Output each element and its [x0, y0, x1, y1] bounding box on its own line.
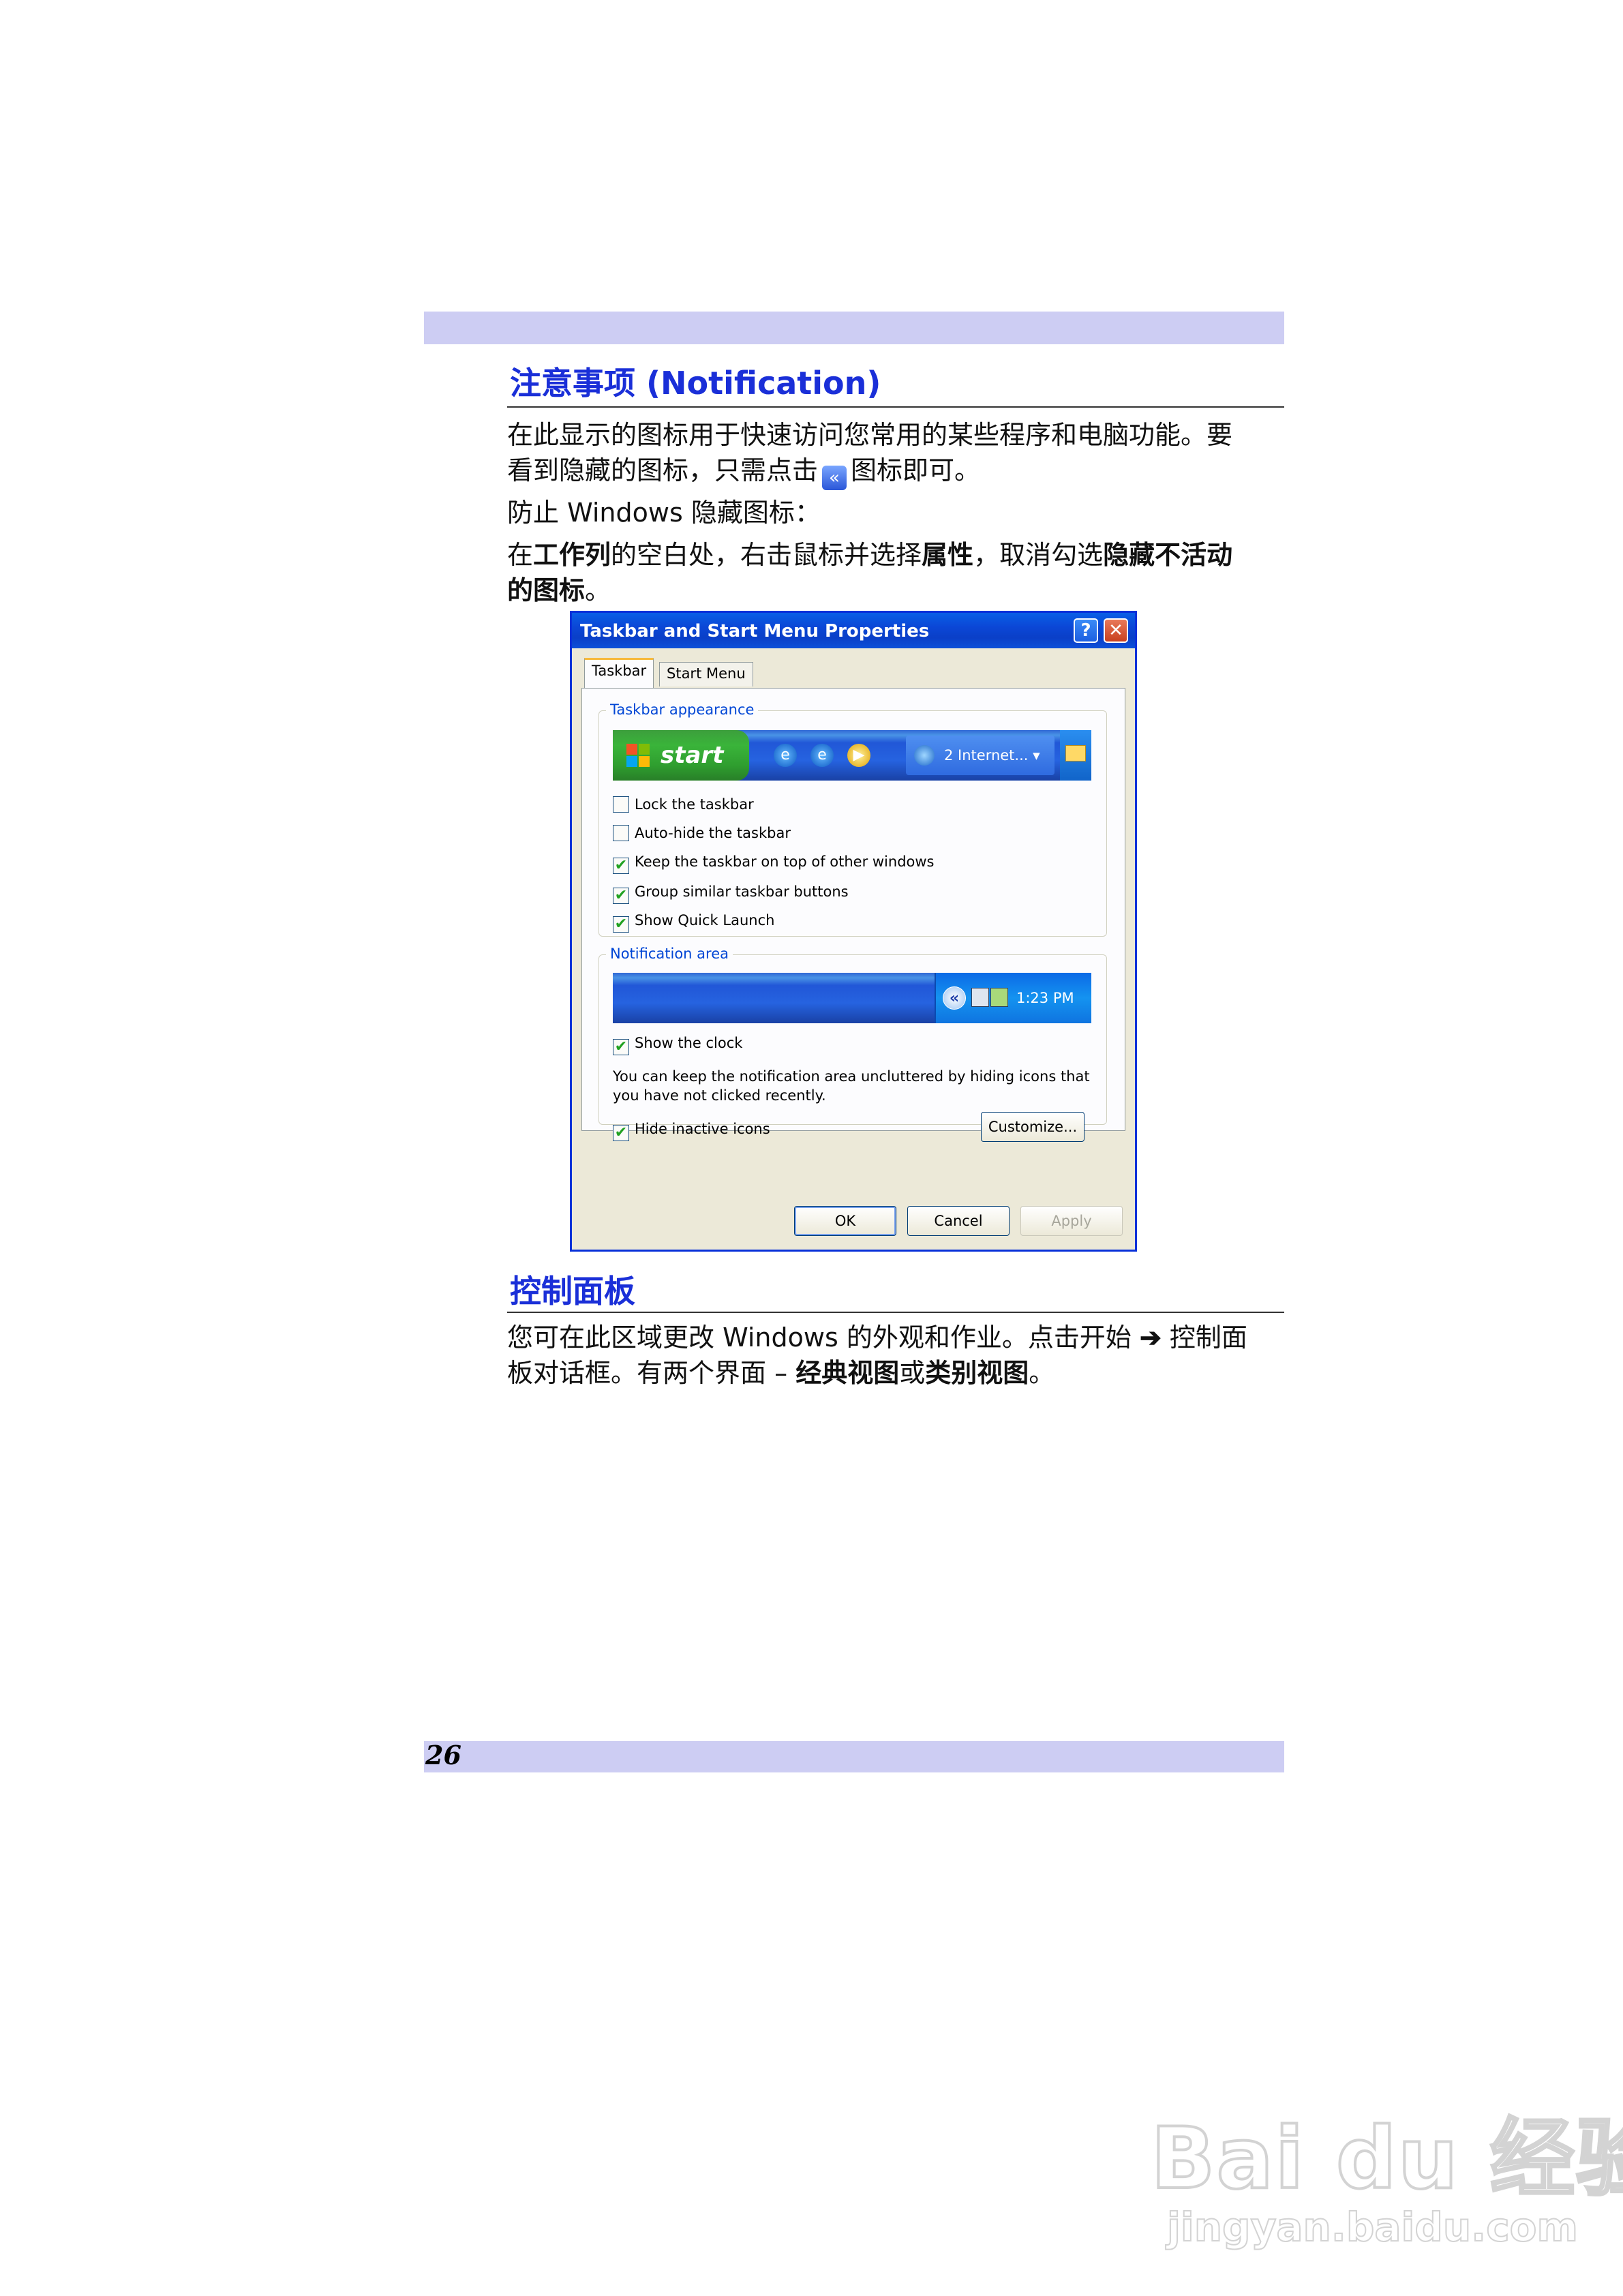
- arrow-icon: ➔: [1139, 1322, 1162, 1353]
- outlook-express-icon: e: [810, 744, 834, 767]
- properties-term: 属性: [922, 539, 974, 570]
- safely-remove-icon: [990, 988, 1008, 1007]
- cp-text-c: 控制面: [1169, 1323, 1247, 1353]
- option-keep-on-top[interactable]: ✔ Keep the taskbar on top of other window…: [613, 851, 935, 874]
- option-label: Show Quick Launch: [635, 912, 775, 928]
- para1-line2a: 看到隐藏的图标，只需点击: [507, 455, 819, 485]
- cp-text-a: 您可在此区域更改: [507, 1323, 715, 1353]
- para1-line2b: 图标即可。: [851, 455, 981, 485]
- close-icon[interactable]: ✕: [1104, 618, 1128, 643]
- dialog-title: Taskbar and Start Menu Properties: [580, 621, 930, 641]
- notification-area-legend: Notification area: [606, 946, 733, 962]
- para3-text-e: 。: [585, 575, 611, 605]
- baidu-watermark: Bai du 经验 jingyan.baidu.com: [1149, 2055, 1623, 2253]
- checkbox[interactable]: ✔: [613, 858, 629, 874]
- hide-inactive-term-2: 的图标: [507, 575, 586, 605]
- category-view-term: 类别视图: [925, 1357, 1029, 1388]
- notification-heading: 注意事项 (Notification): [510, 365, 881, 402]
- control-panel-paragraph: 您可在此区域更改 Windows 的外观和作业。点击开始 ➔ 控制面 板对话框。…: [507, 1320, 1284, 1391]
- option-label: Lock the taskbar: [635, 796, 754, 813]
- checkbox[interactable]: [613, 796, 629, 813]
- cp-dash: –: [774, 1358, 788, 1388]
- header-band: [424, 312, 1284, 344]
- option-auto-hide[interactable]: Auto-hide the taskbar: [613, 823, 791, 843]
- heading-rule: [507, 406, 1284, 408]
- checkbox[interactable]: ✔: [613, 888, 629, 904]
- dialog-titlebar: Taskbar and Start Menu Properties ? ✕: [572, 613, 1135, 648]
- option-hide-inactive-icons[interactable]: ✔ Hide inactive icons: [613, 1119, 770, 1141]
- option-lock-taskbar[interactable]: Lock the taskbar: [613, 794, 754, 815]
- footer-band: [424, 1741, 1284, 1772]
- system-tray: « 1:23 PM: [935, 973, 1091, 1023]
- prevent-hide-paragraph: 防止 Windows 隐藏图标：: [507, 495, 1284, 530]
- tab-taskbar[interactable]: Taskbar: [584, 658, 654, 688]
- media-player-icon: ▶: [847, 744, 870, 767]
- task-tail: [1060, 730, 1091, 781]
- para2-text-b: 隐藏图标：: [691, 498, 821, 528]
- option-label: Hide inactive icons: [635, 1121, 770, 1137]
- network-icon: [971, 988, 989, 1007]
- internet-explorer-icon: e: [774, 744, 797, 767]
- checkbox[interactable]: ✔: [613, 916, 629, 933]
- ok-button[interactable]: OK: [794, 1206, 896, 1236]
- notification-description: You can keep the notification area unclu…: [613, 1068, 1090, 1104]
- cancel-button[interactable]: Cancel: [907, 1206, 1010, 1236]
- option-label: Auto-hide the taskbar: [635, 825, 791, 841]
- cp-text-d: 板对话框。有两个界面: [507, 1358, 767, 1388]
- watermark-url: jingyan.baidu.com: [1166, 2203, 1579, 2251]
- option-label: Group similar taskbar buttons: [635, 883, 849, 900]
- clock: 1:23 PM: [1016, 990, 1074, 1006]
- classic-view-term: 经典视图: [795, 1357, 900, 1388]
- notification-preview: « 1:23 PM: [613, 973, 1091, 1023]
- option-label: Show the clock: [635, 1035, 743, 1051]
- para3-text: 在: [507, 540, 534, 570]
- cp-text-f: 。: [1029, 1358, 1055, 1388]
- option-show-quick-launch[interactable]: ✔ Show Quick Launch: [613, 910, 775, 933]
- para1-line1: 在此显示的图标用于快速访问您常用的某些程序和电脑功能。要: [507, 420, 1233, 450]
- show-hidden-icons-icon: «: [822, 466, 847, 490]
- cp-text-b: 的外观和作业。点击开始: [846, 1323, 1132, 1353]
- cp-windows: Windows: [723, 1323, 838, 1353]
- help-icon[interactable]: ?: [1074, 618, 1098, 643]
- instruction-paragraph: 在工作列的空白处，右击鼠标并选择属性，取消勾选隐藏不活动的图标。: [507, 537, 1284, 608]
- taskbar-tab-panel: Taskbar appearance start e e ▶ 2 Interne…: [581, 688, 1125, 1142]
- para3-text-c: 的空白处，右击鼠标并选择: [611, 540, 922, 570]
- option-group-buttons[interactable]: ✔ Group similar taskbar buttons: [613, 881, 849, 904]
- para2-windows: Windows: [567, 498, 683, 528]
- option-show-clock[interactable]: ✔ Show the clock: [613, 1033, 743, 1055]
- taskbar-properties-dialog: Taskbar and Start Menu Properties ? ✕ Ta…: [570, 611, 1137, 1252]
- watermark-brand: Bai du 经验: [1149, 2109, 1623, 2209]
- folder-icon: [1065, 745, 1086, 761]
- taskbar-appearance-legend: Taskbar appearance: [606, 701, 759, 718]
- notification-area-group: Notification area « 1:23 PM ✔ Show the cl…: [598, 946, 1107, 1142]
- show-hidden-icons-icon: «: [943, 986, 966, 1010]
- start-label: start: [661, 742, 724, 769]
- task-item-internet: 2 Internet... ▾: [906, 736, 1055, 775]
- checkbox[interactable]: [613, 825, 629, 841]
- taskbar-appearance-group: Taskbar appearance start e e ▶ 2 Interne…: [598, 701, 1107, 937]
- notification-paragraph: 在此显示的图标用于快速访问您常用的某些程序和电脑功能。要 看到隐藏的图标，只需点…: [507, 417, 1284, 490]
- customize-button[interactable]: Customize...: [981, 1112, 1084, 1142]
- cp-text-e: 或: [899, 1358, 926, 1388]
- task-item-arrow: ▾: [1033, 747, 1040, 764]
- para2-text: 防止: [507, 498, 560, 528]
- checkbox[interactable]: ✔: [613, 1039, 629, 1055]
- checkbox[interactable]: ✔: [613, 1125, 629, 1141]
- taskbar-term: 工作列: [533, 539, 611, 570]
- task-item-label: 2 Internet...: [944, 747, 1029, 764]
- ie-task-icon: [914, 745, 935, 766]
- apply-button[interactable]: Apply: [1020, 1206, 1123, 1236]
- heading-rule-2: [507, 1312, 1284, 1313]
- tab-start-menu[interactable]: Start Menu: [659, 662, 753, 686]
- page-number: 26: [425, 1740, 461, 1770]
- para3-text-d: ，取消勾选: [973, 540, 1104, 570]
- option-label: Keep the taskbar on top of other windows: [635, 854, 935, 870]
- taskbar-preview: start e e ▶ 2 Internet... ▾: [613, 730, 1091, 781]
- start-button-preview: start: [613, 730, 749, 781]
- hide-inactive-term: 隐藏不活动: [1103, 539, 1233, 570]
- windows-logo-icon: [626, 744, 650, 767]
- control-panel-heading: 控制面板: [510, 1273, 635, 1310]
